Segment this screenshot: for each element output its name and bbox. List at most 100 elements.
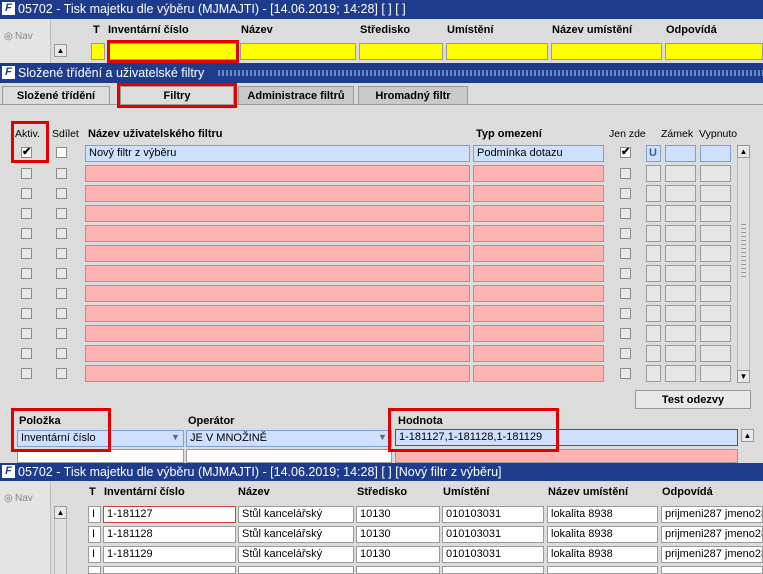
row-lock[interactable]: [646, 345, 661, 362]
chevron-down-icon[interactable]: ▼: [171, 432, 180, 442]
row-lock-field[interactable]: [665, 205, 696, 222]
tab-hromadny-filtr[interactable]: Hromadný filtr: [358, 86, 468, 105]
row-only-here-checkbox[interactable]: [620, 268, 631, 279]
w1-query-locname[interactable]: [551, 43, 662, 60]
row-active-checkbox[interactable]: [21, 328, 32, 339]
row-filter-name[interactable]: [85, 225, 470, 242]
row-active-checkbox[interactable]: [21, 168, 32, 179]
w1-query-center[interactable]: [359, 43, 443, 60]
nav-radio-icon[interactable]: ◎: [4, 31, 13, 42]
row-lock[interactable]: [646, 265, 661, 282]
row-only-here-checkbox[interactable]: [620, 288, 631, 299]
row1-filter-name[interactable]: Nový filtr z výběru: [85, 145, 470, 162]
window2-scroll-up-button[interactable]: ▲: [54, 506, 67, 519]
row-filter-name[interactable]: [85, 285, 470, 302]
row-share-checkbox[interactable]: [56, 368, 67, 379]
row-restriction-type[interactable]: [473, 185, 604, 202]
w1-query-loc[interactable]: [446, 43, 548, 60]
cell-inv[interactable]: 1-181129: [103, 546, 236, 563]
row-computed[interactable]: [700, 185, 731, 202]
cell-center[interactable]: 10130: [356, 546, 440, 563]
cell-locname[interactable]: lokalita 8938: [547, 526, 658, 543]
tab-slozene-trideni[interactable]: Složené třídění: [2, 86, 110, 105]
row-active-checkbox[interactable]: [21, 368, 32, 379]
w1-query-resp[interactable]: [665, 43, 763, 60]
window2-scroll-track[interactable]: [54, 519, 67, 574]
row-computed[interactable]: [700, 265, 731, 282]
row-restriction-type[interactable]: [473, 205, 604, 222]
row-lock[interactable]: [646, 245, 661, 262]
row-lock-field[interactable]: [665, 305, 696, 322]
row-only-here-checkbox[interactable]: [620, 348, 631, 359]
cond-operator-select-2[interactable]: [186, 449, 392, 463]
row-share-checkbox[interactable]: [56, 208, 67, 219]
row-only-here-checkbox[interactable]: [620, 308, 631, 319]
row-computed[interactable]: [700, 165, 731, 182]
row-active-checkbox[interactable]: [21, 248, 32, 259]
row-only-here-checkbox[interactable]: [620, 368, 631, 379]
row-lock-field[interactable]: [665, 325, 696, 342]
cell-loc[interactable]: [442, 566, 544, 574]
row-computed[interactable]: [700, 365, 731, 382]
row-lock-field[interactable]: [665, 185, 696, 202]
filters-scroll-track[interactable]: [737, 158, 750, 370]
row-lock[interactable]: [646, 325, 661, 342]
row-filter-name[interactable]: [85, 185, 470, 202]
row1-share-checkbox[interactable]: [56, 147, 67, 158]
cell-resp[interactable]: [661, 566, 763, 574]
row-filter-name[interactable]: [85, 245, 470, 262]
cell-name[interactable]: Stůl kancelářský: [238, 506, 354, 523]
cell-resp[interactable]: prijmeni287 jmeno287: [661, 506, 763, 523]
filters-scroll-down-button[interactable]: ▼: [737, 370, 750, 383]
row-share-checkbox[interactable]: [56, 188, 67, 199]
row-restriction-type[interactable]: [473, 305, 604, 322]
row-filter-name[interactable]: [85, 165, 470, 182]
row-only-here-checkbox[interactable]: [620, 228, 631, 239]
row-active-checkbox[interactable]: [21, 288, 32, 299]
row-lock-field[interactable]: [665, 365, 696, 382]
row1-computed[interactable]: [700, 145, 731, 162]
cell-resp[interactable]: prijmeni287 jmeno287: [661, 526, 763, 543]
row-active-checkbox[interactable]: [21, 208, 32, 219]
row-share-checkbox[interactable]: [56, 288, 67, 299]
row-share-checkbox[interactable]: [56, 248, 67, 259]
row-computed[interactable]: [700, 325, 731, 342]
row-restriction-type[interactable]: [473, 285, 604, 302]
row-lock[interactable]: [646, 185, 661, 202]
row-filter-name[interactable]: [85, 305, 470, 322]
row1-restriction-type[interactable]: Podmínka dotazu: [473, 145, 604, 162]
row-only-here-checkbox[interactable]: [620, 208, 631, 219]
cell-t[interactable]: I: [88, 546, 101, 563]
row-share-checkbox[interactable]: [56, 328, 67, 339]
cell-inv[interactable]: [103, 566, 236, 574]
row-lock-field[interactable]: [665, 225, 696, 242]
row-share-checkbox[interactable]: [56, 308, 67, 319]
row-lock[interactable]: [646, 305, 661, 322]
row-computed[interactable]: [700, 205, 731, 222]
row-filter-name[interactable]: [85, 365, 470, 382]
row-active-checkbox[interactable]: [21, 348, 32, 359]
test-response-button[interactable]: Test odezvy: [635, 390, 751, 409]
row-restriction-type[interactable]: [473, 325, 604, 342]
row-share-checkbox[interactable]: [56, 228, 67, 239]
row-only-here-checkbox[interactable]: [620, 328, 631, 339]
row-only-here-checkbox[interactable]: [620, 188, 631, 199]
cell-t[interactable]: I: [88, 526, 101, 543]
cell-inv[interactable]: 1-181127: [103, 506, 236, 523]
cell-name[interactable]: Stůl kancelářský: [238, 546, 354, 563]
row-filter-name[interactable]: [85, 205, 470, 222]
row-active-checkbox[interactable]: [21, 228, 32, 239]
row-lock[interactable]: [646, 205, 661, 222]
row-share-checkbox[interactable]: [56, 348, 67, 359]
row-computed[interactable]: [700, 245, 731, 262]
cell-locname[interactable]: lokalita 8938: [547, 546, 658, 563]
w1-query-t[interactable]: [91, 43, 105, 60]
row-lock-field[interactable]: [665, 165, 696, 182]
row-lock-field[interactable]: [665, 265, 696, 282]
cell-t[interactable]: [88, 566, 101, 574]
row-lock[interactable]: [646, 225, 661, 242]
row-lock-field[interactable]: [665, 285, 696, 302]
cell-resp[interactable]: prijmeni287 jmeno287: [661, 546, 763, 563]
row-computed[interactable]: [700, 225, 731, 242]
row-restriction-type[interactable]: [473, 165, 604, 182]
